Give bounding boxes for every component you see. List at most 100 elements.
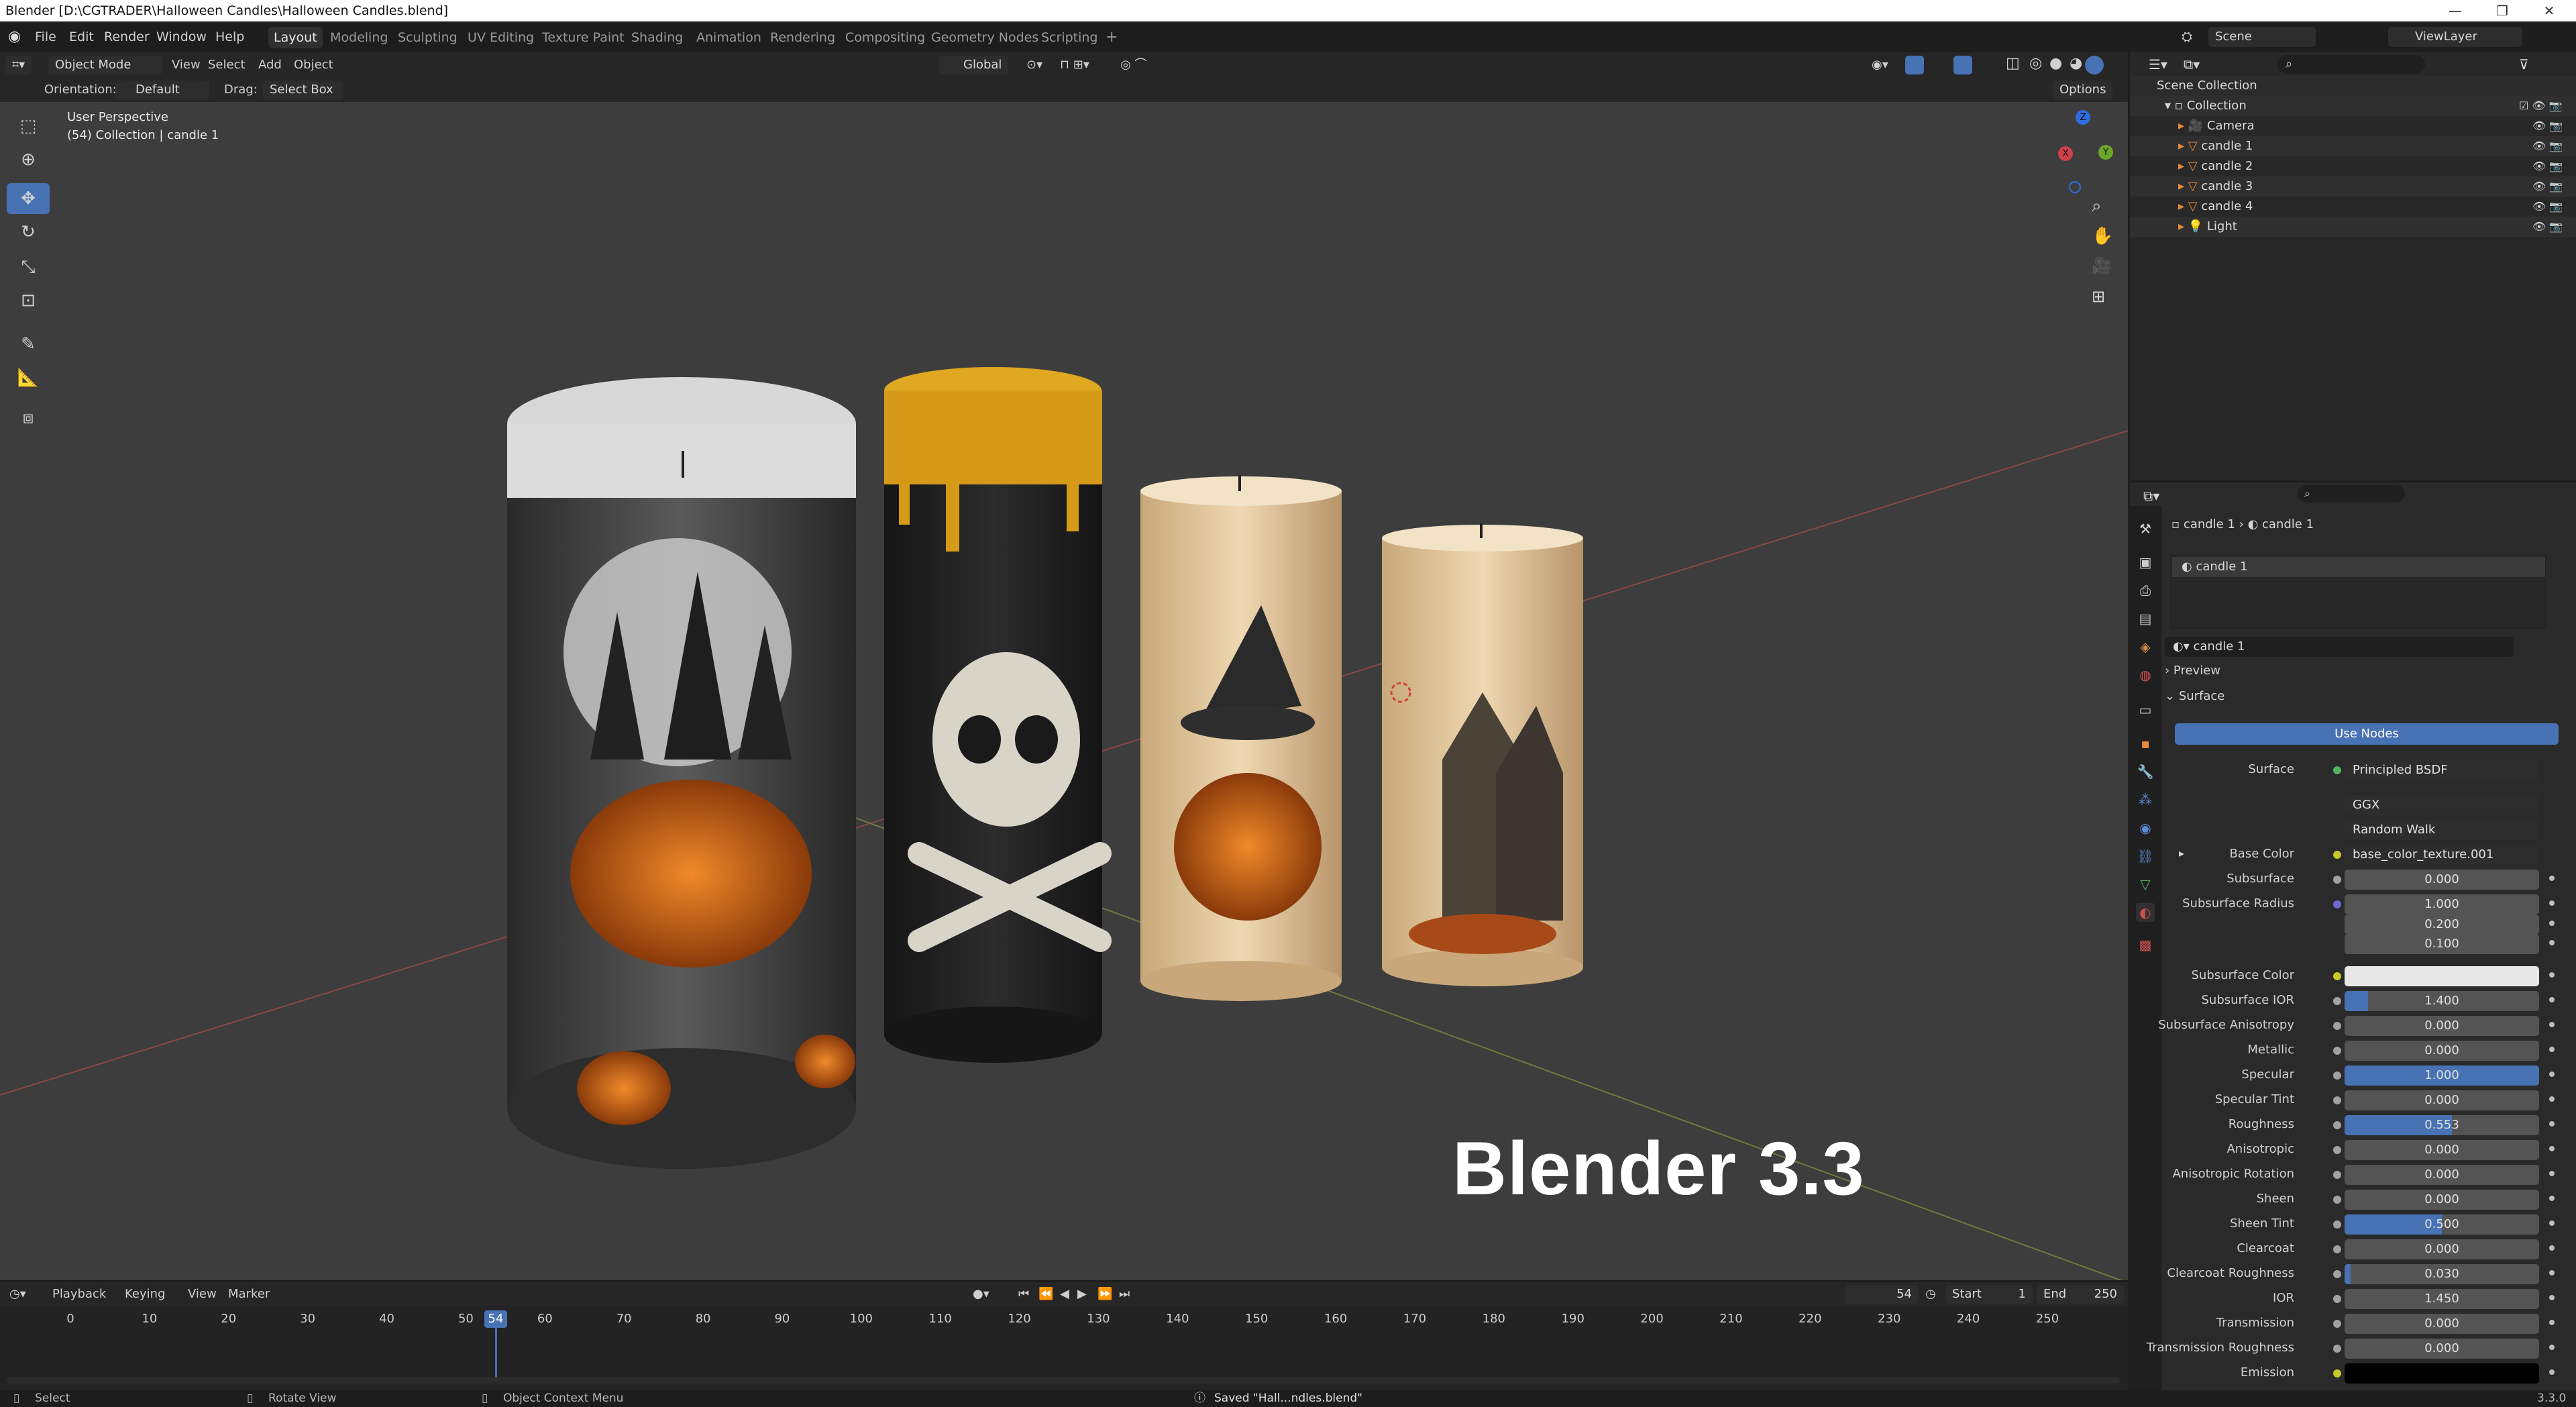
pan-hand-icon[interactable]: ✋ bbox=[2092, 226, 2113, 246]
material-slot[interactable]: ◐ candle 1 bbox=[2172, 557, 2545, 577]
prev-keyframe-icon[interactable]: ⏪ bbox=[1038, 1285, 1053, 1304]
view-layer-tab-icon[interactable]: ▤ bbox=[2136, 609, 2155, 628]
next-keyframe-icon[interactable]: ⏩ bbox=[1097, 1285, 1112, 1304]
keyframe-icon[interactable] bbox=[2549, 972, 2555, 978]
clock-icon[interactable]: ◷ bbox=[1925, 1285, 1936, 1304]
material-shading-icon[interactable]: ◕ bbox=[2070, 54, 2082, 73]
record-icon[interactable]: ●▾ bbox=[973, 1285, 989, 1304]
use-nodes-button[interactable]: Use Nodes bbox=[2175, 723, 2559, 745]
rotate-tool-icon[interactable]: ↻ bbox=[7, 217, 50, 248]
field-value[interactable]: 0.000 bbox=[2345, 1239, 2539, 1260]
editor-type-icon[interactable]: ⌗▾ bbox=[5, 56, 32, 74]
add-workspace-icon[interactable]: + bbox=[1100, 27, 1123, 48]
material-slot-list[interactable]: ◐ candle 1 bbox=[2170, 555, 2546, 629]
jump-end-icon[interactable]: ⏭ bbox=[1119, 1285, 1130, 1304]
tab-layout[interactable]: Layout bbox=[268, 27, 323, 48]
z-axis-icon[interactable]: Z bbox=[2076, 110, 2090, 125]
field-value[interactable]: 0.000 bbox=[2345, 1016, 2539, 1037]
keyframe-icon[interactable] bbox=[2549, 876, 2555, 881]
jump-start-icon[interactable]: ⏮ bbox=[1018, 1285, 1029, 1304]
menu-keying[interactable]: Keying bbox=[125, 1285, 165, 1304]
tab-sculpting[interactable]: Sculpting bbox=[392, 27, 463, 48]
keyframe-icon[interactable] bbox=[2549, 1369, 2555, 1375]
keyframe-icon[interactable] bbox=[2549, 1171, 2555, 1177]
field-value[interactable]: 0.000 bbox=[2345, 1041, 2539, 1061]
pivot-icon[interactable]: ⊙▾ bbox=[1026, 56, 1042, 74]
keyframe-icon[interactable] bbox=[2549, 997, 2555, 1003]
field-value[interactable]: 0.030 bbox=[2345, 1264, 2539, 1285]
select-box-icon[interactable]: ⬚ bbox=[7, 111, 50, 142]
menu-timeline-view[interactable]: View bbox=[188, 1285, 217, 1304]
drag-selector[interactable]: Select Box bbox=[263, 81, 343, 99]
overlay-toggle-icon[interactable] bbox=[1953, 56, 1972, 74]
keyframe-icon[interactable] bbox=[2549, 1220, 2555, 1227]
field-value[interactable]: 0.000 bbox=[2345, 1165, 2539, 1186]
tool-tab-icon[interactable]: ⚒ bbox=[2136, 519, 2155, 538]
tab-modeling[interactable]: Modeling bbox=[325, 27, 393, 48]
view-layer-selector[interactable]: ViewLayer bbox=[2388, 27, 2522, 47]
wireframe-shading-icon[interactable]: ◎ bbox=[2029, 54, 2042, 73]
texture-tab-icon[interactable]: ▩ bbox=[2136, 935, 2155, 954]
transform-tool-icon[interactable]: ⊡ bbox=[7, 285, 50, 316]
outliner-editor-icon[interactable]: ☰▾ bbox=[2149, 56, 2167, 72]
tab-compositing[interactable]: Compositing bbox=[840, 27, 930, 48]
field-value[interactable]: 1.400 bbox=[2345, 991, 2539, 1012]
particles-tab-icon[interactable]: ⁂ bbox=[2136, 790, 2155, 809]
menu-object[interactable]: Object bbox=[294, 56, 333, 74]
field-value[interactable]: 0.000 bbox=[2345, 1190, 2539, 1210]
keyframe-icon[interactable] bbox=[2549, 1072, 2555, 1078]
material-selector[interactable]: ◐▾ candle 1 bbox=[2165, 637, 2514, 657]
outliner-row-camera[interactable]: ▸ 🎥 Camera 👁 📷 bbox=[2130, 116, 2576, 136]
menu-marker[interactable]: Marker bbox=[228, 1285, 270, 1304]
data-tab-icon[interactable]: ▽ bbox=[2136, 875, 2155, 894]
scene-icon[interactable]: ⛭ bbox=[2182, 28, 2192, 44]
tab-scripting[interactable]: Scripting bbox=[1036, 27, 1104, 48]
menu-edit[interactable]: Edit bbox=[69, 27, 94, 47]
modifier-tab-icon[interactable]: 🔧 bbox=[2136, 762, 2155, 781]
panel-surface[interactable]: ⌄ Surface bbox=[2165, 689, 2224, 703]
mode-selector[interactable]: Object Mode bbox=[48, 56, 162, 74]
menu-view[interactable]: View bbox=[172, 56, 201, 74]
close-icon[interactable]: ✕ bbox=[2529, 0, 2569, 21]
distribution-selector[interactable]: GGX bbox=[2345, 795, 2539, 815]
output-tab-icon[interactable]: ⎙ bbox=[2136, 581, 2155, 600]
snap-icon[interactable]: ⊓ ⊞▾ bbox=[1060, 56, 1089, 74]
field-value[interactable]: 1.450 bbox=[2345, 1289, 2539, 1310]
tab-rendering[interactable]: Rendering bbox=[765, 27, 841, 48]
outliner-row-candle-2[interactable]: ▸ ▽ candle 2 👁 📷 bbox=[2130, 156, 2576, 176]
field-value[interactable]: 0.500 bbox=[2345, 1214, 2539, 1235]
ortho-toggle-icon[interactable]: ⊞ bbox=[2092, 287, 2105, 306]
menu-window[interactable]: Window bbox=[156, 27, 207, 47]
world-tab-icon[interactable]: ◍ bbox=[2136, 666, 2155, 684]
scene-selector[interactable]: Scene bbox=[2208, 27, 2316, 47]
field-value[interactable]: 1.000 bbox=[2345, 894, 2539, 915]
keyframe-icon[interactable] bbox=[2549, 1022, 2555, 1028]
orientation-selector[interactable]: Default bbox=[115, 81, 209, 99]
outliner-row-candle-3[interactable]: ▸ ▽ candle 3 👁 📷 bbox=[2130, 176, 2576, 197]
playhead-frame-badge[interactable]: 54 bbox=[484, 1310, 507, 1328]
physics-tab-icon[interactable]: ◉ bbox=[2136, 819, 2155, 837]
start-frame-field[interactable]: Start 1 bbox=[1945, 1285, 2033, 1304]
keyframe-icon[interactable] bbox=[2549, 1320, 2555, 1326]
keyframe-icon[interactable] bbox=[2549, 1270, 2555, 1276]
keyframe-icon[interactable] bbox=[2549, 1295, 2555, 1301]
zoom-icon[interactable]: ⌕ bbox=[2092, 196, 2102, 217]
field-value[interactable] bbox=[2345, 966, 2539, 987]
outliner-row-light[interactable]: ▸ 💡 Light 👁 📷 bbox=[2130, 217, 2576, 237]
collection-tab-icon[interactable]: ▭ bbox=[2136, 700, 2155, 719]
add-cube-tool-icon[interactable]: ⧈ bbox=[7, 403, 50, 433]
maximize-icon[interactable]: ❐ bbox=[2482, 0, 2522, 21]
field-value[interactable]: 0.200 bbox=[2345, 914, 2539, 935]
keyframe-icon[interactable] bbox=[2549, 1196, 2555, 1202]
options-dropdown[interactable]: Options bbox=[2053, 81, 2113, 99]
material-tab-icon[interactable]: ◐ bbox=[2136, 903, 2155, 922]
tab-uv-editing[interactable]: UV Editing bbox=[462, 27, 539, 48]
xray-icon[interactable]: ◫ bbox=[2006, 54, 2020, 73]
scene-tab-icon[interactable]: ◈ bbox=[2136, 637, 2155, 656]
end-frame-field[interactable]: End 250 bbox=[2037, 1285, 2124, 1304]
x-axis-icon[interactable]: X bbox=[2058, 146, 2073, 161]
menu-help[interactable]: Help bbox=[215, 27, 244, 47]
tab-animation[interactable]: Animation bbox=[691, 27, 767, 48]
outliner-search-input[interactable]: ⌕ bbox=[2277, 55, 2425, 74]
keyframe-icon[interactable] bbox=[2549, 1245, 2555, 1251]
